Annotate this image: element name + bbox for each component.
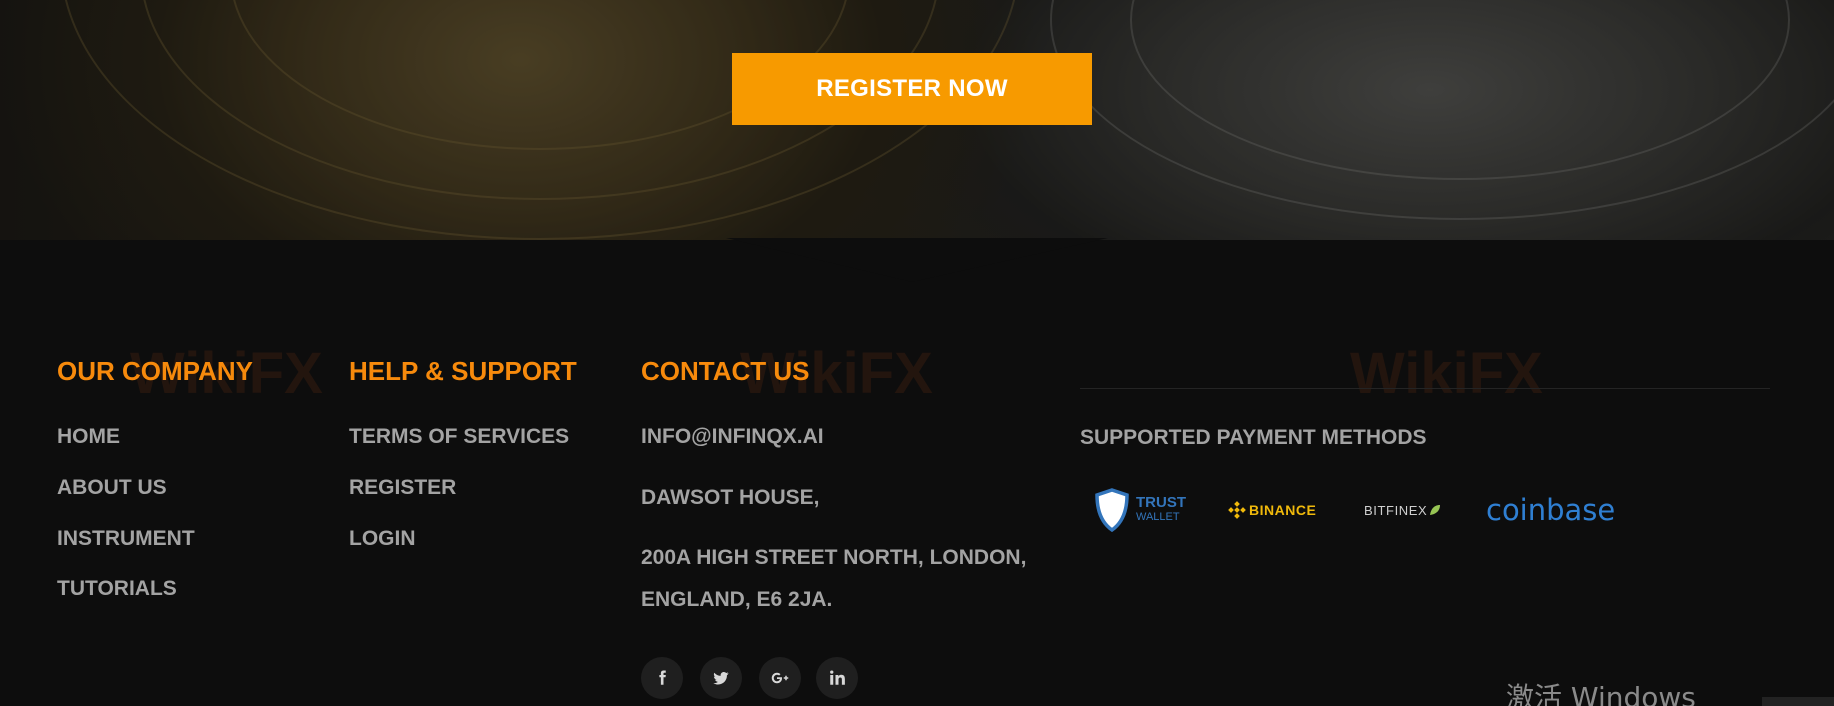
windows-activation-notice: 激活 Windows bbox=[1506, 681, 1696, 706]
binance-diamond-icon bbox=[1228, 501, 1246, 519]
hero-banner: REGISTER NOW bbox=[0, 0, 1834, 240]
register-now-button[interactable]: REGISTER NOW bbox=[732, 53, 1092, 125]
leaf-icon bbox=[1430, 505, 1441, 515]
address-line-2: 200A HIGH STREET NORTH, LONDON, bbox=[641, 546, 1027, 569]
facebook-icon bbox=[659, 670, 666, 685]
coinbase-logo: coinbase bbox=[1486, 488, 1615, 532]
google-plus-button[interactable] bbox=[759, 657, 801, 699]
google-plus-icon bbox=[771, 672, 789, 684]
address-line-3: ENGLAND, E6 2JA. bbox=[641, 588, 833, 611]
bitfinex-label: BITFINEX bbox=[1364, 502, 1428, 518]
site-footer: WikiFX WikiFX WikiFX OUR COMPANY HOME AB… bbox=[0, 240, 1834, 706]
footer-link-home[interactable]: HOME bbox=[57, 425, 120, 449]
facebook-button[interactable] bbox=[641, 657, 683, 699]
contact-heading: CONTACT US bbox=[641, 356, 810, 386]
footer-link-tutorials[interactable]: TUTORIALS bbox=[57, 577, 177, 601]
corner-widget bbox=[1762, 697, 1834, 706]
trust-wallet-logo: TRUST WALLET bbox=[1094, 488, 1186, 532]
binance-label: BINANCE bbox=[1249, 502, 1317, 518]
shield-icon bbox=[1095, 488, 1129, 532]
twitter-icon bbox=[713, 671, 729, 685]
linkedin-button[interactable] bbox=[816, 657, 858, 699]
contact-email-link[interactable]: INFO@INFINQX.AI bbox=[641, 425, 824, 449]
twitter-button[interactable] bbox=[700, 657, 742, 699]
footer-link-login[interactable]: LOGIN bbox=[349, 527, 416, 551]
binance-logo: BINANCE bbox=[1228, 488, 1316, 532]
address-line-1: DAWSOT HOUSE, bbox=[641, 486, 820, 509]
watermark-logo: WikiFX bbox=[1350, 341, 1543, 406]
coinbase-label: coinbase bbox=[1486, 493, 1616, 527]
footer-link-terms[interactable]: TERMS OF SERVICES bbox=[349, 425, 569, 449]
payment-methods-heading: SUPPORTED PAYMENT METHODS bbox=[1080, 426, 1427, 449]
trust-wallet-label-bottom: WALLET bbox=[1136, 511, 1180, 523]
help-heading: HELP & SUPPORT bbox=[349, 356, 577, 386]
bitfinex-logo: BITFINEX bbox=[1364, 488, 1441, 532]
footer-link-about-us[interactable]: ABOUT US bbox=[57, 476, 167, 500]
divider bbox=[1080, 388, 1770, 389]
linkedin-icon bbox=[830, 670, 845, 685]
footer-link-instrument[interactable]: INSTRUMENT bbox=[57, 527, 195, 551]
footer-link-register[interactable]: REGISTER bbox=[349, 476, 456, 500]
trust-wallet-label-top: TRUST bbox=[1136, 494, 1186, 511]
company-heading: OUR COMPANY bbox=[57, 356, 253, 386]
